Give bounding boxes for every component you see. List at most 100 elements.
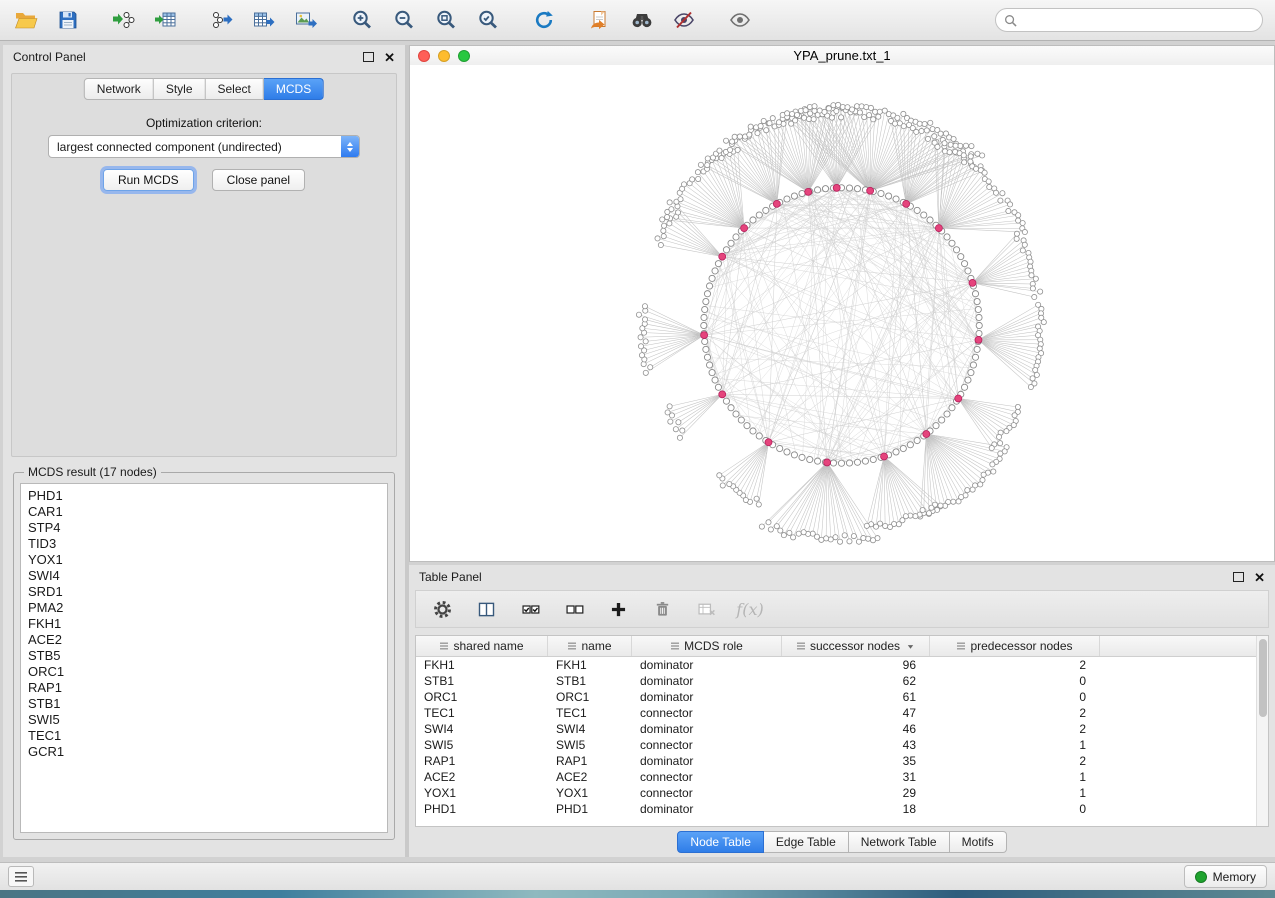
zoom-in-button[interactable] (348, 6, 376, 34)
mcds-result-item[interactable]: RAP1 (28, 680, 380, 696)
refresh-button[interactable] (530, 6, 558, 34)
tab-style[interactable]: Style (154, 78, 206, 100)
find-button[interactable] (628, 6, 656, 34)
network-canvas[interactable] (410, 65, 1274, 561)
export-network-button[interactable] (208, 6, 236, 34)
mcds-result-item[interactable]: GCR1 (28, 744, 380, 760)
cell-mcds-role: connector (632, 785, 782, 801)
table-row[interactable]: RAP1RAP1dominator352 (416, 753, 1268, 769)
deselect-all-icon (564, 599, 585, 620)
scrollbar-thumb[interactable] (1259, 639, 1267, 717)
table-row[interactable]: STB1STB1dominator620 (416, 673, 1268, 689)
function-builder-button[interactable]: f(x) (738, 597, 762, 621)
close-panel-button[interactable]: Close panel (212, 169, 305, 191)
mcds-result-item[interactable]: PMA2 (28, 600, 380, 616)
mcds-result-item[interactable]: TEC1 (28, 728, 380, 744)
tools-group (586, 6, 698, 34)
tab-edge-table[interactable]: Edge Table (764, 831, 849, 853)
window-close-button[interactable] (418, 50, 430, 62)
tab-mcds[interactable]: MCDS (264, 78, 324, 100)
table-row[interactable]: TEC1TEC1connector472 (416, 705, 1268, 721)
table-row[interactable]: PHD1PHD1dominator180 (416, 801, 1268, 817)
cell-successor-nodes: 61 (782, 689, 930, 705)
mcds-panel: NetworkStyleSelectMCDS Optimization crit… (11, 73, 397, 457)
table-row[interactable]: ACE2ACE2connector311 (416, 769, 1268, 785)
float-table-panel-icon[interactable] (1233, 572, 1244, 582)
column-header-name[interactable]: name (548, 636, 632, 656)
tab-select[interactable]: Select (206, 78, 264, 100)
mcds-result-item[interactable]: SWI5 (28, 712, 380, 728)
search-box[interactable] (995, 8, 1263, 32)
float-panel-icon[interactable] (363, 52, 374, 62)
cell-shared-name: ORC1 (416, 689, 548, 705)
cell-mcds-role: dominator (632, 753, 782, 769)
search-icon (1004, 14, 1017, 27)
memory-button[interactable]: Memory (1184, 865, 1267, 888)
mcds-result-item[interactable]: YOX1 (28, 552, 380, 568)
mcds-result-item[interactable]: ACE2 (28, 632, 380, 648)
hide-visuals-button[interactable] (670, 6, 698, 34)
table-row[interactable]: SWI4SWI4dominator462 (416, 721, 1268, 737)
network-title: YPA_prune.txt_1 (410, 48, 1274, 63)
table-row[interactable]: SWI5SWI5connector431 (416, 737, 1268, 753)
table-row[interactable]: YOX1YOX1connector291 (416, 785, 1268, 801)
mcds-result-item[interactable]: SRD1 (28, 584, 380, 600)
show-columns-button[interactable] (474, 597, 498, 621)
cell-name: RAP1 (548, 753, 632, 769)
import-table-button[interactable] (152, 6, 180, 34)
delete-row-button[interactable] (650, 597, 674, 621)
add-row-button[interactable] (606, 597, 630, 621)
mcds-result-item[interactable]: SWI4 (28, 568, 380, 584)
mcds-result-item[interactable]: CAR1 (28, 504, 380, 520)
zoom-fit-button[interactable] (432, 6, 460, 34)
show-visuals-button[interactable] (726, 6, 754, 34)
column-header-predecessor-nodes[interactable]: predecessor nodes (930, 636, 1100, 656)
folder-open-icon (14, 8, 38, 32)
tab-motifs[interactable]: Motifs (950, 831, 1007, 853)
mcds-result-item[interactable]: STB5 (28, 648, 380, 664)
tab-node-table[interactable]: Node Table (677, 831, 764, 853)
export-image-button[interactable] (292, 6, 320, 34)
window-zoom-button[interactable] (458, 50, 470, 62)
zoom-out-button[interactable] (390, 6, 418, 34)
close-panel-icon[interactable]: ✕ (384, 51, 395, 64)
main-toolbar (0, 0, 1275, 41)
open-file-button[interactable] (12, 6, 40, 34)
eye-slash-icon (672, 8, 696, 32)
tab-network-table[interactable]: Network Table (849, 831, 950, 853)
import-network-button[interactable] (110, 6, 138, 34)
cell-successor-nodes: 96 (782, 657, 930, 673)
cell-predecessor-nodes: 2 (930, 721, 1100, 737)
column-header-successor-nodes[interactable]: successor nodes (782, 636, 930, 656)
mcds-result-item[interactable]: PHD1 (28, 488, 380, 504)
table-row[interactable]: ORC1ORC1dominator610 (416, 689, 1268, 705)
mcds-result-item[interactable]: STB1 (28, 696, 380, 712)
column-header-mcds-role[interactable]: MCDS role (632, 636, 782, 656)
window-minimize-button[interactable] (438, 50, 450, 62)
control-panel-tabs: NetworkStyleSelectMCDS (84, 78, 324, 100)
select-all-button[interactable] (518, 597, 542, 621)
table-settings-button[interactable] (430, 597, 454, 621)
tab-network[interactable]: Network (84, 78, 154, 100)
mcds-result-item[interactable]: STP4 (28, 520, 380, 536)
search-input[interactable] (1022, 12, 1254, 28)
table-scrollbar[interactable] (1256, 636, 1268, 826)
table-row[interactable]: FKH1FKH1dominator962 (416, 657, 1268, 673)
column-header-shared-name[interactable]: shared name (416, 636, 548, 656)
network-graph[interactable] (410, 65, 1274, 561)
optimization-criterion-select[interactable]: largest connected component (undirected) (48, 135, 360, 158)
clear-table-button[interactable] (694, 597, 718, 621)
mcds-result-item[interactable]: FKH1 (28, 616, 380, 632)
table-toolbar: f(x) (415, 590, 1269, 628)
deselect-all-button[interactable] (562, 597, 586, 621)
mcds-result-item[interactable]: TID3 (28, 536, 380, 552)
export-table-button[interactable] (250, 6, 278, 34)
mcds-result-list[interactable]: PHD1CAR1STP4TID3YOX1SWI4SRD1PMA2FKH1ACE2… (20, 483, 388, 833)
share-document-button[interactable] (586, 6, 614, 34)
save-button[interactable] (54, 6, 82, 34)
mcds-result-item[interactable]: ORC1 (28, 664, 380, 680)
zoom-selected-button[interactable] (474, 6, 502, 34)
panel-menu-button[interactable] (8, 866, 34, 887)
run-mcds-button[interactable]: Run MCDS (103, 169, 194, 191)
close-table-panel-icon[interactable]: ✕ (1254, 571, 1265, 584)
